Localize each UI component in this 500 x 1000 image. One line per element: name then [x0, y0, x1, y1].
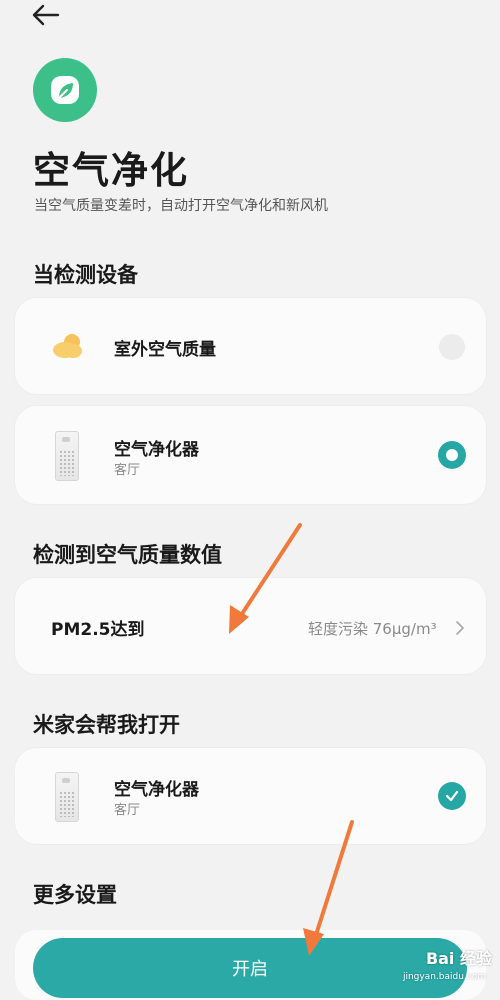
pm25-threshold-row[interactable]: PM2.5达到 轻度污染 76μg/m³ — [15, 578, 486, 674]
section-title-detect-value: 检测到空气质量数值 — [33, 543, 222, 567]
start-button[interactable]: 开启 — [33, 938, 467, 998]
cloud-sun-icon — [53, 334, 82, 358]
section-title-mijia-open: 米家会帮我打开 — [33, 713, 180, 737]
back-arrow-icon — [32, 4, 60, 26]
checkbox-checked[interactable] — [438, 782, 466, 810]
page-title: 空气净化 — [33, 149, 189, 192]
app-icon — [33, 58, 97, 122]
leaf-icon — [51, 76, 79, 104]
section-title-detect-device: 当检测设备 — [33, 263, 138, 287]
threshold-value: 轻度污染 76μg/m³ — [308, 620, 437, 638]
checkmark-icon — [445, 790, 459, 802]
radio-selected[interactable] — [438, 441, 466, 469]
back-button[interactable] — [30, 2, 62, 28]
chevron-right-icon — [456, 621, 464, 635]
watermark-url: jingyan.baidu.com — [402, 972, 486, 982]
air-purifier-icon — [55, 772, 79, 822]
open-device-room: 客厅 — [114, 803, 141, 818]
device-room-label: 客厅 — [114, 463, 141, 478]
section-title-more-settings: 更多设置 — [33, 883, 117, 907]
device-option-label: 室外空气质量 — [114, 340, 216, 360]
page-subtitle: 当空气质量变差时，自动打开空气净化和新风机 — [34, 198, 328, 214]
open-device-purifier[interactable]: 空气净化器 客厅 — [15, 748, 486, 844]
device-option-label: 空气净化器 — [114, 440, 199, 460]
watermark-logo: Bai 经验 — [425, 949, 492, 968]
air-purifier-icon — [55, 431, 79, 481]
open-device-label: 空气净化器 — [114, 780, 199, 800]
threshold-label: PM2.5达到 — [51, 620, 145, 640]
radio-unselected[interactable] — [439, 334, 465, 360]
device-option-outdoor[interactable]: 室外空气质量 — [15, 298, 486, 394]
device-option-purifier[interactable]: 空气净化器 客厅 — [15, 406, 486, 504]
